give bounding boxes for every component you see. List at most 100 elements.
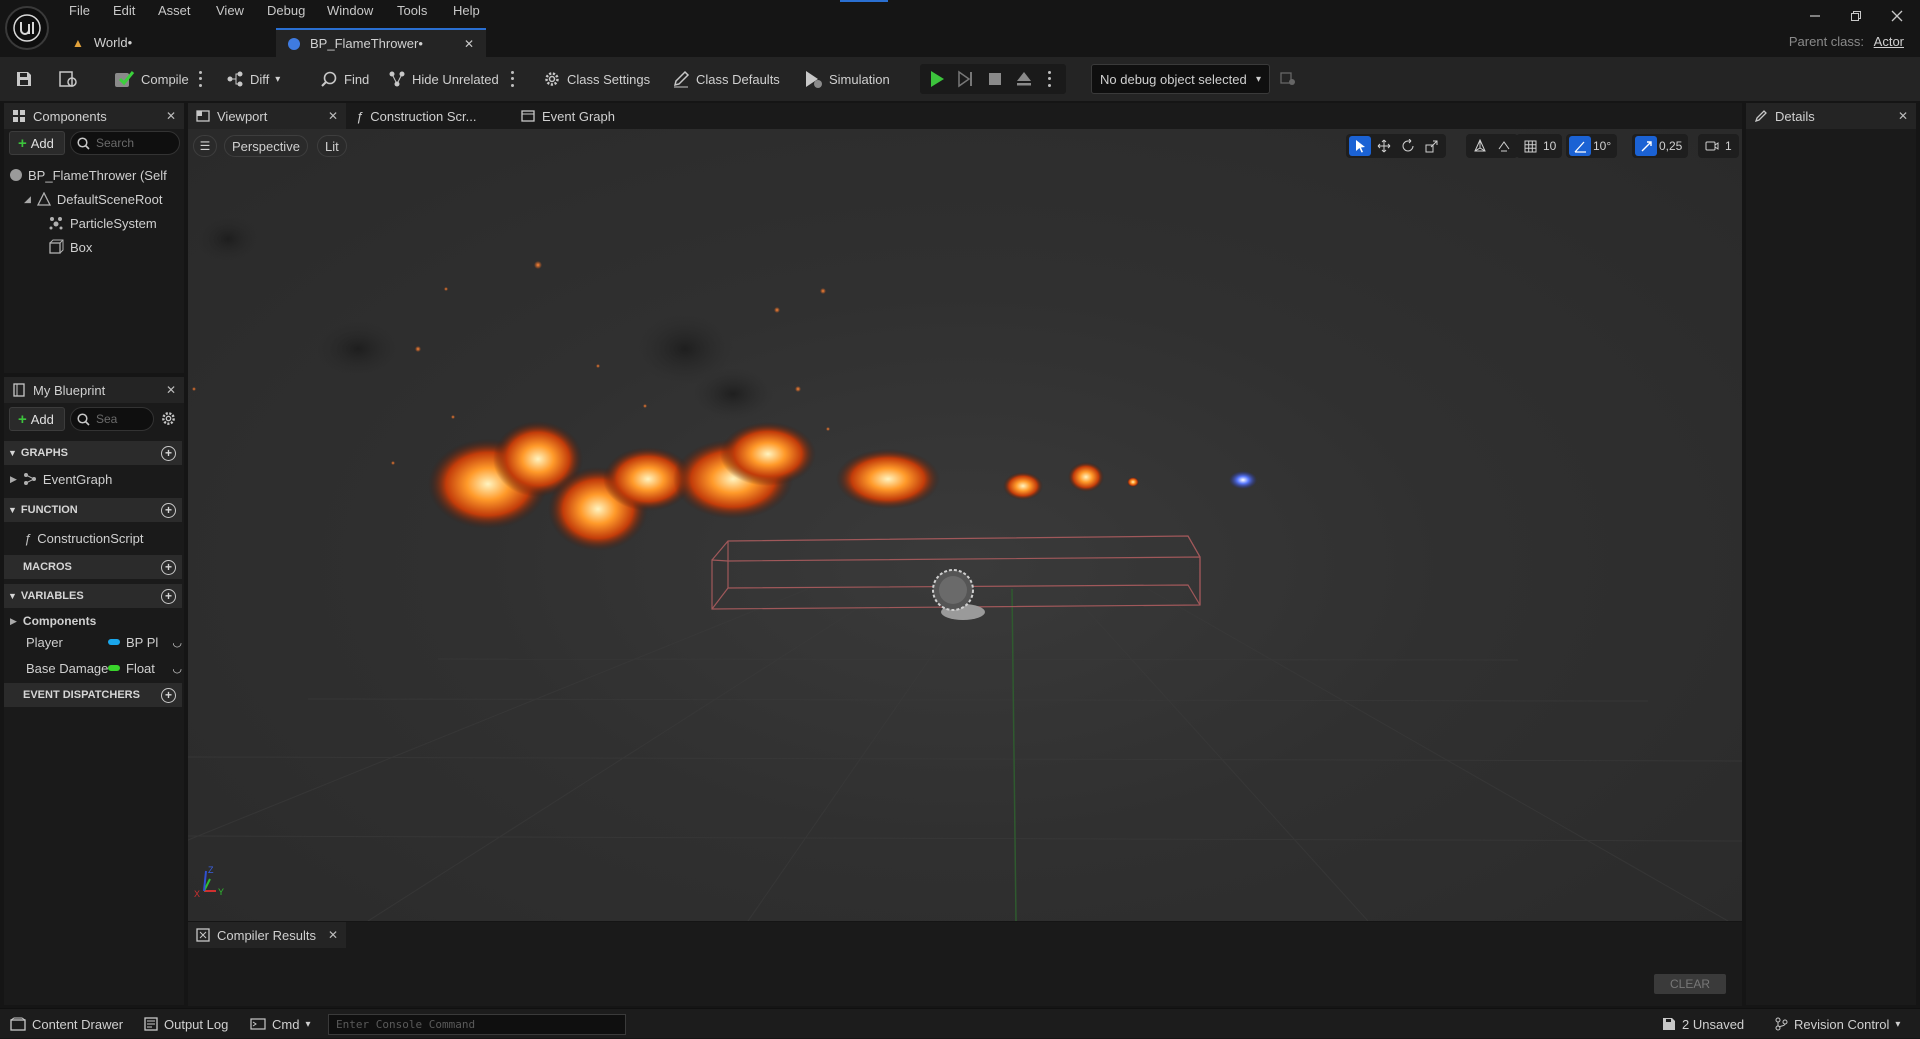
details-tab[interactable]: Details ✕ bbox=[1746, 103, 1916, 129]
angle-icon bbox=[1569, 136, 1591, 156]
close-icon[interactable]: ✕ bbox=[464, 37, 474, 51]
settings-gear-icon[interactable] bbox=[160, 410, 177, 427]
components-search-input[interactable]: Search bbox=[70, 131, 180, 155]
section-macros[interactable]: MACROS + bbox=[4, 555, 182, 579]
compiler-results-icon bbox=[196, 928, 210, 942]
output-log-button[interactable]: Output Log bbox=[144, 1009, 228, 1039]
eject-icon[interactable] bbox=[1015, 70, 1033, 88]
graph-event-graph[interactable]: ▶ EventGraph bbox=[10, 467, 180, 491]
play-icon[interactable] bbox=[928, 70, 946, 88]
component-label: Box bbox=[70, 239, 93, 255]
menu-view[interactable]: View bbox=[214, 3, 246, 18]
add-variable-icon[interactable]: + bbox=[161, 588, 176, 604]
find-button[interactable]: Find bbox=[320, 57, 369, 101]
function-icon: ƒ bbox=[356, 108, 364, 124]
debug-object-select[interactable]: No debug object selected ▾ bbox=[1091, 64, 1270, 94]
cmd-select[interactable]: Cmd ▾ bbox=[250, 1009, 310, 1039]
debug-filter-icon[interactable] bbox=[1280, 70, 1296, 86]
class-defaults-button[interactable]: Class Defaults bbox=[672, 57, 780, 101]
revision-control-button[interactable]: Revision Control ▾ bbox=[1774, 1009, 1900, 1039]
doc-tab-bp-flamethrower[interactable]: BP_FlameThrower• ✕ bbox=[276, 28, 486, 57]
menu-file[interactable]: File bbox=[67, 3, 92, 18]
doc-tab-world[interactable]: ▲ World• bbox=[60, 28, 270, 57]
tab-viewport[interactable]: Viewport ✕ bbox=[188, 103, 346, 129]
chevron-down-icon: ▾ bbox=[305, 1018, 311, 1030]
minimize-icon[interactable] bbox=[1802, 6, 1828, 26]
section-variables[interactable]: ▼ VARIABLES + bbox=[4, 584, 182, 608]
add-function-icon[interactable]: + bbox=[161, 502, 176, 518]
console-command-input[interactable]: Enter Console Command bbox=[328, 1014, 626, 1035]
restore-icon[interactable] bbox=[1843, 6, 1869, 26]
perspective-button[interactable]: Perspective bbox=[224, 135, 308, 157]
menu-asset[interactable]: Asset bbox=[156, 3, 193, 18]
eye-closed-icon[interactable]: ◡ bbox=[172, 636, 182, 649]
close-icon[interactable]: ✕ bbox=[166, 383, 176, 397]
tab-construction-script[interactable]: ƒ Construction Scr... bbox=[348, 103, 508, 129]
blueprint-search-input[interactable]: Sea bbox=[70, 407, 154, 431]
viewport[interactable]: Y Z X ☰ Perspective Lit 10 10° 0,25 1 bbox=[188, 129, 1742, 921]
unreal-logo-icon[interactable] bbox=[5, 6, 49, 50]
plus-icon: + bbox=[18, 410, 27, 428]
menu-edit[interactable]: Edit bbox=[111, 3, 137, 18]
diff-button[interactable]: Diff ▾ bbox=[226, 57, 280, 101]
menu-debug[interactable]: Debug bbox=[265, 3, 307, 18]
eye-closed-icon[interactable]: ◡ bbox=[172, 662, 182, 675]
hide-unrelated-options-icon[interactable] bbox=[508, 69, 516, 89]
section-event-dispatchers[interactable]: EVENT DISPATCHERS + bbox=[4, 683, 182, 707]
close-icon[interactable]: ✕ bbox=[1898, 109, 1908, 123]
component-self[interactable]: BP_FlameThrower (Self bbox=[10, 163, 184, 187]
step-icon[interactable] bbox=[957, 70, 975, 88]
variable-base-damage[interactable]: Base Damage Float ◡ bbox=[26, 656, 186, 680]
camera-speed[interactable]: 1 bbox=[1698, 134, 1739, 158]
menu-help[interactable]: Help bbox=[451, 3, 482, 18]
menu-window[interactable]: Window bbox=[325, 3, 375, 18]
variable-player[interactable]: Player BP Pl ◡ bbox=[26, 630, 186, 654]
surface-snap-icon[interactable] bbox=[1493, 136, 1515, 156]
save-button[interactable] bbox=[15, 57, 33, 101]
add-event-dispatcher-icon[interactable]: + bbox=[161, 687, 176, 703]
add-macro-icon[interactable]: + bbox=[161, 559, 176, 575]
scale-icon[interactable] bbox=[1421, 136, 1443, 156]
component-default-scene-root[interactable]: ◢ DefaultSceneRoot bbox=[24, 187, 184, 211]
unsaved-button[interactable]: 2 Unsaved bbox=[1662, 1009, 1744, 1039]
select-icon[interactable] bbox=[1349, 136, 1371, 156]
section-function[interactable]: ▼ FUNCTION + bbox=[4, 498, 182, 522]
play-options-icon[interactable] bbox=[1045, 69, 1053, 89]
simulation-button[interactable]: Simulation bbox=[803, 57, 890, 101]
add-member-button[interactable]: + Add bbox=[9, 407, 65, 431]
close-window-icon[interactable] bbox=[1884, 6, 1910, 26]
viewport-options-button[interactable]: ☰ bbox=[193, 135, 217, 157]
close-icon[interactable]: ✕ bbox=[166, 109, 176, 123]
my-blueprint-tab[interactable]: My Blueprint ✕ bbox=[4, 377, 184, 403]
tab-event-graph[interactable]: Event Graph bbox=[513, 103, 633, 129]
translate-icon[interactable] bbox=[1373, 136, 1395, 156]
clear-button[interactable]: CLEAR bbox=[1654, 974, 1726, 994]
class-settings-button[interactable]: Class Settings bbox=[543, 57, 650, 101]
parent-class-value[interactable]: Actor bbox=[1874, 34, 1904, 49]
scale-snap[interactable]: 0,25 bbox=[1632, 134, 1689, 158]
browse-button[interactable] bbox=[58, 57, 78, 101]
save-icon bbox=[1663, 1018, 1675, 1030]
hide-unrelated-button[interactable]: Hide Unrelated bbox=[388, 57, 499, 101]
simulation-label: Simulation bbox=[829, 71, 890, 87]
grid-snap[interactable]: 10 bbox=[1516, 134, 1563, 158]
section-graphs[interactable]: ▼ GRAPHS + bbox=[4, 441, 182, 465]
rotate-icon[interactable] bbox=[1397, 136, 1419, 156]
close-icon[interactable]: ✕ bbox=[328, 109, 338, 123]
compiler-results-tab[interactable]: Compiler Results ✕ bbox=[188, 922, 346, 948]
components-tab[interactable]: Components ✕ bbox=[4, 103, 184, 129]
close-icon[interactable]: ✕ bbox=[328, 928, 338, 942]
add-component-button[interactable]: + Add bbox=[9, 131, 65, 155]
world-local-icon[interactable] bbox=[1469, 136, 1491, 156]
menu-tools[interactable]: Tools bbox=[395, 3, 429, 18]
lit-button[interactable]: Lit bbox=[317, 135, 347, 157]
component-particle-system[interactable]: ParticleSystem bbox=[48, 211, 184, 235]
component-box[interactable]: Box bbox=[48, 235, 184, 259]
compile-button[interactable]: Compile bbox=[113, 57, 189, 101]
add-graph-icon[interactable]: + bbox=[161, 445, 176, 461]
content-drawer-button[interactable]: Content Drawer bbox=[10, 1009, 123, 1039]
compile-options-icon[interactable] bbox=[196, 69, 204, 89]
rotation-snap[interactable]: 10° bbox=[1566, 134, 1618, 158]
function-construction-script[interactable]: ƒ ConstructionScript bbox=[24, 526, 180, 550]
stop-icon[interactable] bbox=[986, 70, 1004, 88]
